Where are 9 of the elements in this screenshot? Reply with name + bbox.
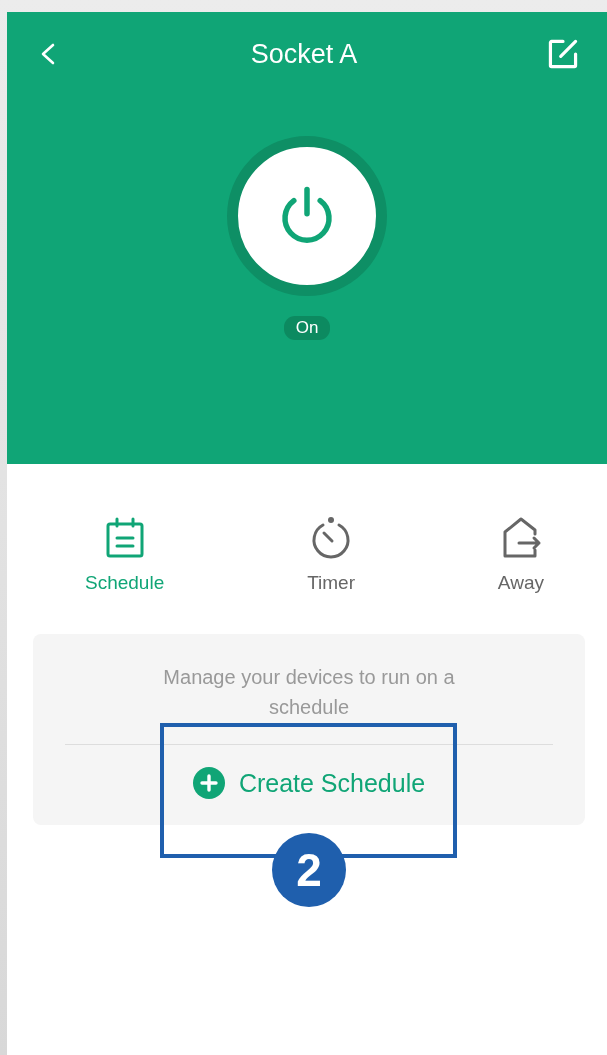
empty-message: Manage your devices to run on a schedule bbox=[162, 665, 456, 720]
status-badge: On bbox=[283, 316, 331, 340]
plus-icon bbox=[192, 767, 225, 799]
tab[interactable]: Schedule bbox=[85, 516, 165, 594]
step-badge: 2 bbox=[272, 833, 346, 907]
screen-title: Socket A bbox=[250, 38, 358, 70]
tab[interactable]: Timer bbox=[307, 516, 355, 594]
tab[interactable]: Away bbox=[497, 516, 544, 594]
edit-icon[interactable] bbox=[547, 38, 579, 70]
